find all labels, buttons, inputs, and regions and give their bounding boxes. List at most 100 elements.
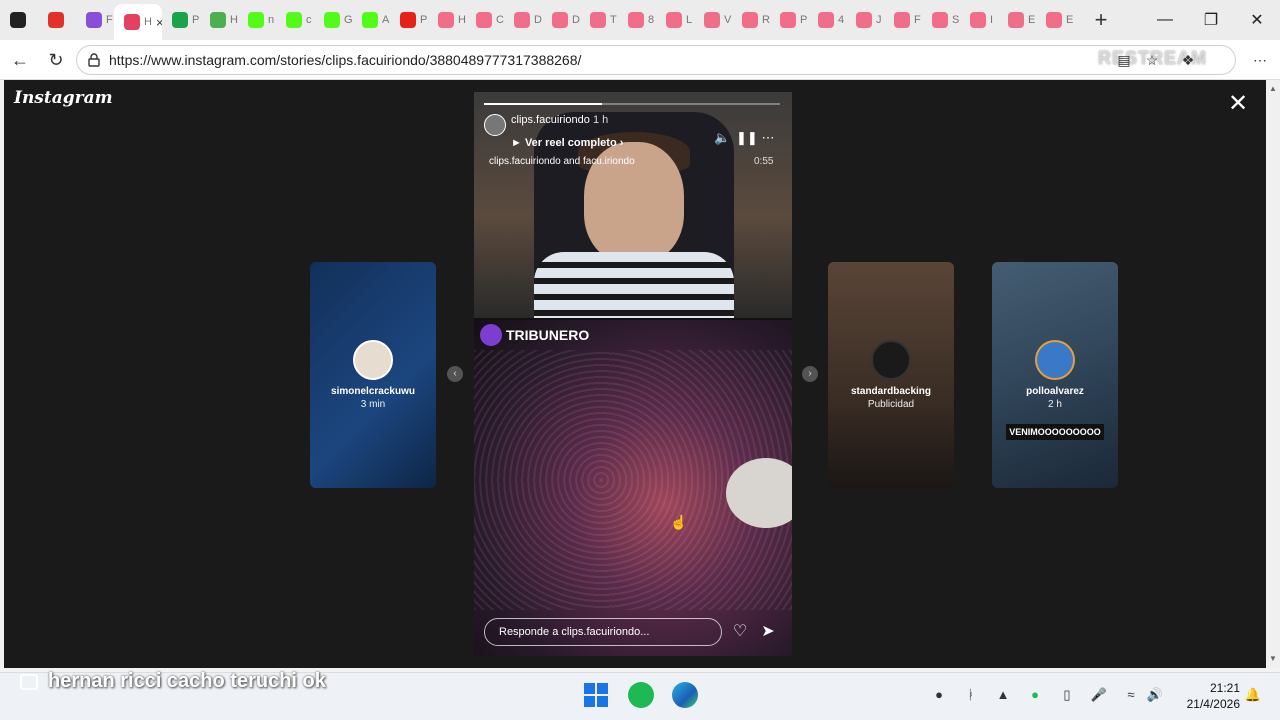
- story-progress-fill: [484, 103, 603, 105]
- tab-favicon-icon: [124, 14, 140, 30]
- story-preview-right-1[interactable]: standardbacking Publicidad: [828, 262, 954, 488]
- extensions-icon[interactable]: ❖: [1178, 50, 1198, 70]
- browser-tab[interactable]: P: [770, 0, 808, 40]
- minimize-button[interactable]: —: [1142, 0, 1188, 40]
- browser-tab[interactable]: J: [846, 0, 884, 40]
- browser-tab[interactable]: V: [694, 0, 732, 40]
- send-icon[interactable]: ➤: [758, 622, 778, 642]
- view-full-reel-link[interactable]: ► Ver reel completo ›: [511, 137, 623, 149]
- drive-tray-icon[interactable]: ▲: [994, 686, 1012, 704]
- tab-label: H: [230, 14, 238, 26]
- story-time: 1 h: [593, 114, 609, 126]
- notification-bell-icon[interactable]: 🔔: [1244, 686, 1262, 704]
- active-story[interactable]: TRIBUNERO clips.facuiriondo 1 h ► Ver re…: [474, 92, 792, 656]
- windows-start-icon[interactable]: [583, 682, 609, 708]
- preview-username: simonelcrackuwu: [331, 386, 415, 397]
- tab-favicon-icon: [476, 12, 492, 28]
- browser-tab[interactable]: P: [162, 0, 200, 40]
- close-window-button[interactable]: ✕: [1234, 0, 1280, 40]
- browser-tab[interactable]: [0, 0, 38, 40]
- discord-tray-icon[interactable]: ●: [930, 686, 948, 704]
- tab-favicon-icon: [86, 12, 102, 28]
- tab-favicon-icon: [286, 12, 302, 28]
- browser-tab[interactable]: n: [238, 0, 276, 40]
- browser-tab[interactable]: S: [922, 0, 960, 40]
- tab-favicon-icon: [704, 12, 720, 28]
- spotify-tray-icon[interactable]: ●: [1026, 686, 1044, 704]
- browser-tab[interactable]: H: [428, 0, 466, 40]
- scrollbar[interactable]: ▲ ▼: [1266, 80, 1280, 668]
- pause-icon[interactable]: ❚❚: [736, 130, 758, 146]
- refresh-button[interactable]: ↻: [42, 46, 70, 74]
- tab-label: P: [800, 14, 808, 26]
- heart-icon[interactable]: ♡: [730, 622, 750, 642]
- tab-favicon-icon: [400, 12, 416, 28]
- browser-tab[interactable]: P: [390, 0, 428, 40]
- reading-view-icon[interactable]: ▤: [1114, 50, 1134, 70]
- scroll-up-icon[interactable]: ▲: [1269, 84, 1277, 93]
- browser-tab[interactable]: G: [314, 0, 352, 40]
- preview-username: polloalvarez: [1026, 386, 1084, 397]
- wifi-tray-icon[interactable]: ≈: [1122, 686, 1140, 704]
- url-text: https://www.instagram.com/stories/clips.…: [109, 52, 582, 68]
- tab-favicon-icon: [628, 12, 644, 28]
- tab-favicon-icon: [894, 12, 910, 28]
- next-story-icon[interactable]: ›: [802, 366, 818, 382]
- previous-story-icon[interactable]: ‹: [447, 366, 463, 382]
- story-stadium-video: TRIBUNERO: [474, 320, 792, 656]
- browser-tab[interactable]: A: [352, 0, 390, 40]
- browser-tab[interactable]: H: [200, 0, 238, 40]
- spotify-icon[interactable]: [628, 682, 654, 708]
- browser-tab[interactable]: 4: [808, 0, 846, 40]
- browser-tab[interactable]: D: [504, 0, 542, 40]
- story-collab[interactable]: clips.facuiriondo and facu.iriondo: [489, 156, 635, 167]
- preview-username: standardbacking: [850, 386, 932, 397]
- close-viewer-button[interactable]: ✕: [1226, 92, 1250, 116]
- tab-label: E: [1066, 14, 1074, 26]
- usb-tray-icon[interactable]: ▯: [1058, 686, 1076, 704]
- favorite-star-icon[interactable]: ☆: [1142, 50, 1162, 70]
- tab-favicon-icon: [780, 12, 796, 28]
- browser-tab[interactable]: L: [656, 0, 694, 40]
- instagram-logo[interactable]: Instagram: [14, 88, 113, 108]
- avatar[interactable]: [484, 114, 506, 136]
- volume-icon[interactable]: 🔈: [714, 130, 730, 146]
- browser-tab[interactable]: 8: [618, 0, 656, 40]
- system-clock[interactable]: 21:21 21/4/2026: [1178, 680, 1240, 712]
- story-preview-right-2[interactable]: polloalvarez 2 h VENIMOOOOOOOOO: [992, 262, 1118, 488]
- tab-label: V: [724, 14, 732, 26]
- browser-tab[interactable]: F: [884, 0, 922, 40]
- browser-tab[interactable]: I: [960, 0, 998, 40]
- story-username[interactable]: clips.facuiriondo: [511, 114, 590, 126]
- more-options-icon[interactable]: ⋯: [760, 130, 776, 146]
- tab-favicon-icon: [590, 12, 606, 28]
- new-tab-button[interactable]: +: [1086, 5, 1116, 35]
- more-menu-icon[interactable]: ⋯: [1250, 50, 1270, 70]
- browser-tab[interactable]: C: [466, 0, 504, 40]
- browser-tab[interactable]: H ×: [114, 4, 162, 40]
- tab-favicon-icon: [932, 12, 948, 28]
- browser-tab[interactable]: F: [76, 0, 114, 40]
- edge-browser-icon[interactable]: [672, 682, 698, 708]
- browser-tab[interactable]: c: [276, 0, 314, 40]
- browser-tab[interactable]: D: [542, 0, 580, 40]
- browser-toolbar: ← ↻ https://www.instagram.com/stories/cl…: [0, 40, 1280, 80]
- browser-tab[interactable]: E: [998, 0, 1036, 40]
- bluetooth-tray-icon[interactable]: ᛓ: [962, 686, 980, 704]
- restore-button[interactable]: ❐: [1188, 0, 1234, 40]
- tab-label: H: [144, 16, 152, 28]
- browser-tab[interactable]: E: [1036, 0, 1074, 40]
- browser-tab[interactable]: R: [732, 0, 770, 40]
- volume-tray-icon[interactable]: 🔊: [1146, 686, 1164, 704]
- browser-tab[interactable]: T: [580, 0, 618, 40]
- tab-favicon-icon: [970, 12, 986, 28]
- story-preview-left[interactable]: simonelcrackuwu 3 min: [310, 262, 436, 488]
- back-button[interactable]: ←: [6, 46, 34, 74]
- browser-tab[interactable]: [38, 0, 76, 40]
- tab-label: L: [686, 14, 693, 26]
- microphone-tray-icon[interactable]: 🎤: [1090, 686, 1108, 704]
- scroll-down-icon[interactable]: ▼: [1269, 654, 1277, 663]
- address-bar[interactable]: https://www.instagram.com/stories/clips.…: [76, 45, 1236, 75]
- tab-favicon-icon: [210, 12, 226, 28]
- reply-input[interactable]: Responde a clips.facuiriondo...: [484, 618, 722, 646]
